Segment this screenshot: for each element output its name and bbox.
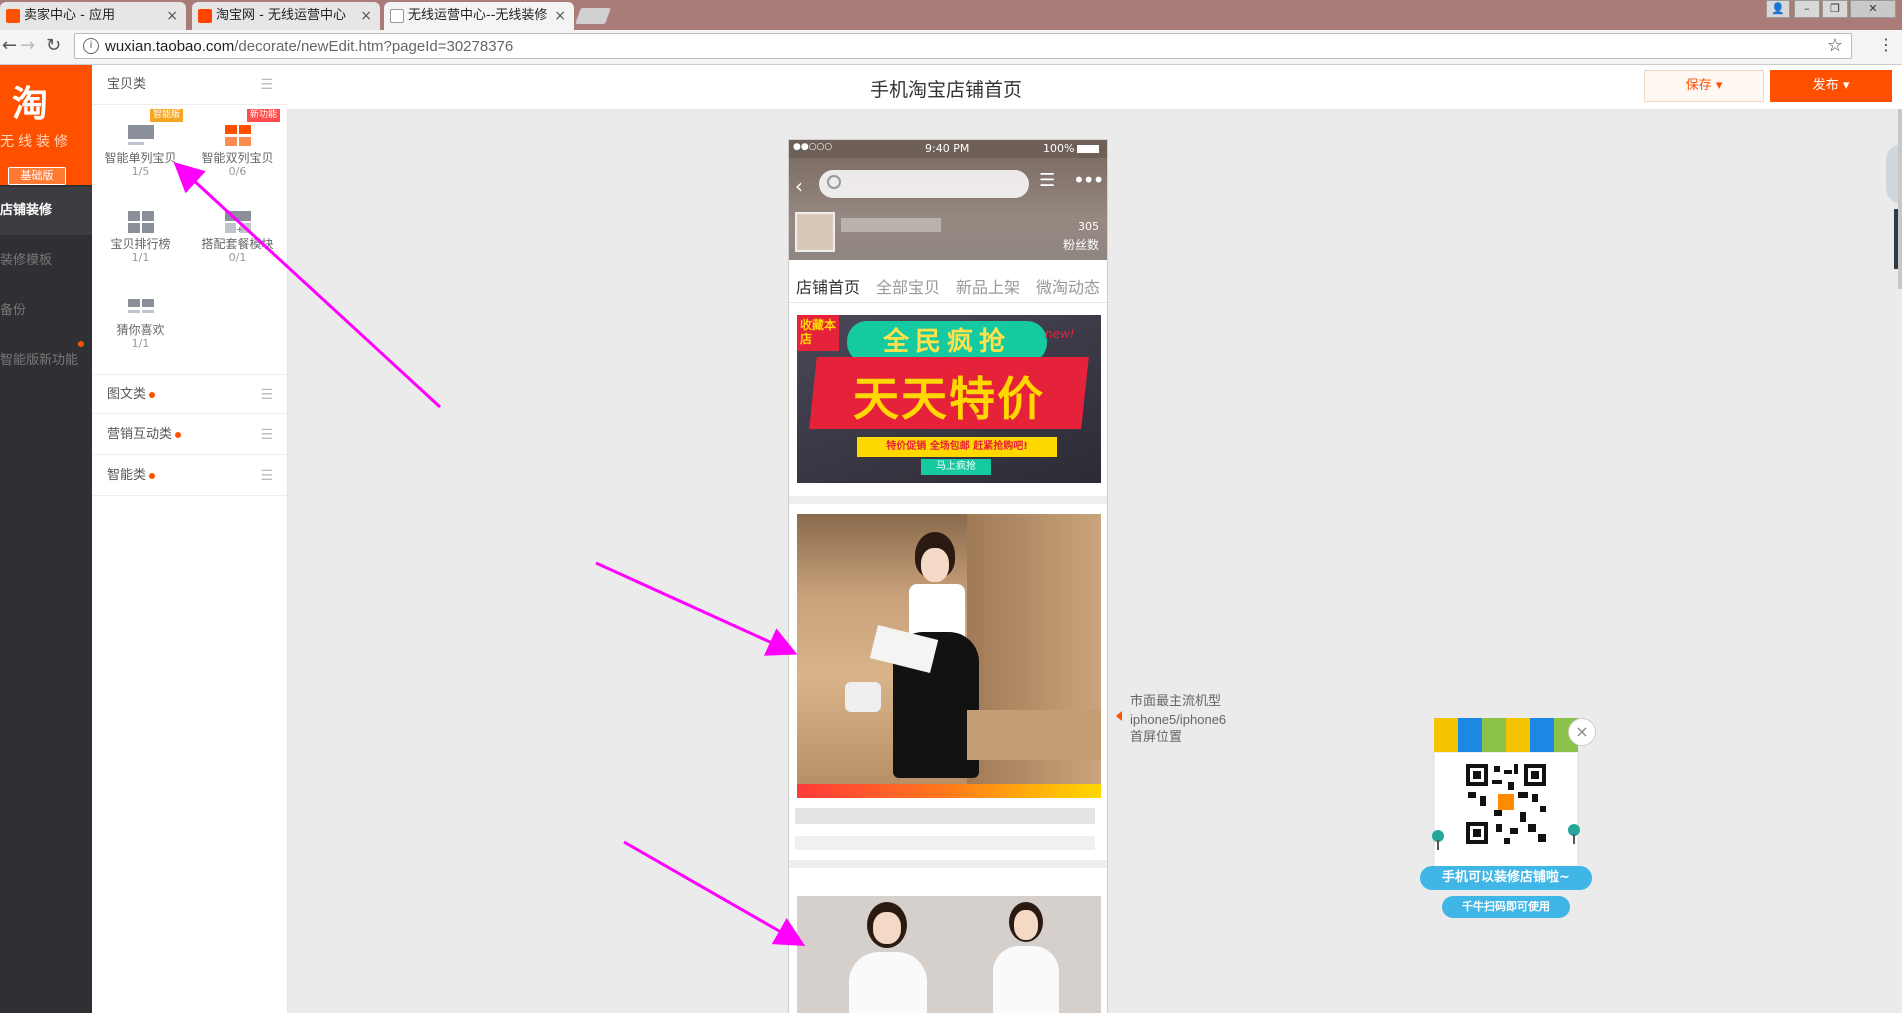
annotation-arrow-2 [595,561,798,656]
annotation-arrow-3 [623,840,806,946]
annotation-layer [173,161,806,946]
annotation-arrow-1 [173,161,442,409]
